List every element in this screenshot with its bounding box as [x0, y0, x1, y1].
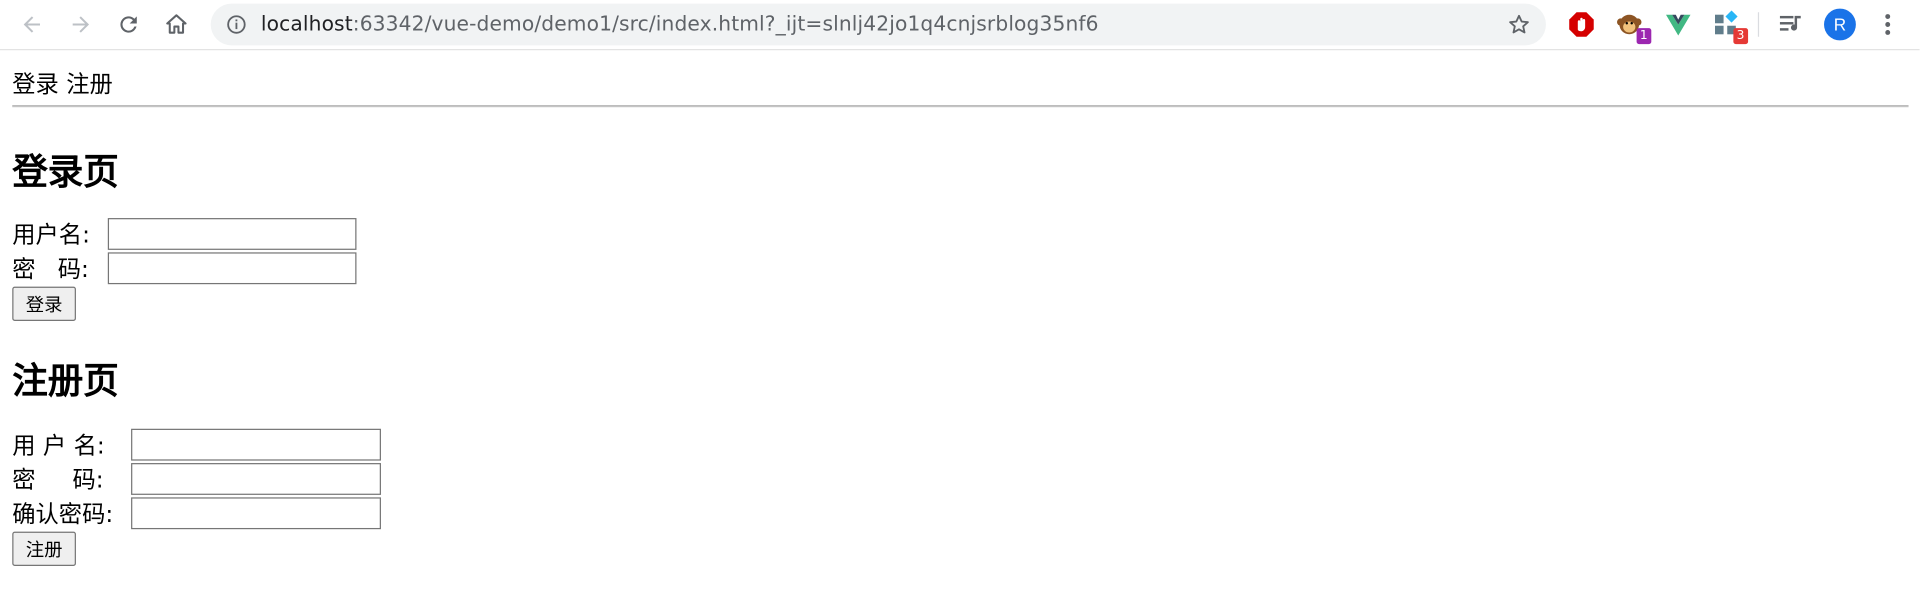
login-username-row: 用户名: [12, 217, 357, 250]
home-button[interactable] [162, 10, 191, 39]
address-bar[interactable]: localhost:63342/vue-demo/demo1/src/index… [210, 3, 1546, 46]
nav-link-login[interactable]: 登录 [12, 71, 59, 98]
register-page-title: 注册页 [12, 360, 119, 402]
login-button[interactable]: 登录 [12, 286, 76, 321]
reload-button[interactable] [114, 10, 143, 39]
register-password-input[interactable] [131, 462, 381, 495]
register-password-row: 密 码: [12, 462, 381, 495]
browser-menu-button[interactable] [1873, 10, 1902, 39]
media-playlist-icon[interactable] [1776, 10, 1805, 39]
register-confirm-label: 确认密码: [12, 501, 114, 528]
register-password-label: 密 码: [12, 466, 104, 494]
back-button[interactable] [17, 10, 46, 39]
login-password-label: 密 码: [12, 256, 89, 283]
register-confirm-input[interactable] [131, 496, 381, 529]
login-username-label: 用户名: [12, 221, 90, 249]
router-nav: 登录 注册 [12, 66, 113, 99]
register-confirm-row: 确认密码: [12, 496, 381, 529]
nav-link-register[interactable]: 注册 [66, 71, 113, 98]
register-username-row: 用 户 名: [12, 428, 381, 461]
forward-button[interactable] [66, 10, 95, 39]
arrow-right-icon [72, 16, 90, 33]
arrow-left-icon [23, 16, 41, 33]
info-icon[interactable] [225, 13, 247, 35]
register-button[interactable]: 注册 [12, 531, 76, 566]
extension-puzzle-icon[interactable]: 3 [1711, 10, 1749, 45]
home-icon [166, 14, 187, 34]
login-username-input[interactable] [107, 217, 357, 250]
register-username-label: 用 户 名: [12, 432, 105, 460]
profile-avatar[interactable]: R [1824, 8, 1856, 41]
adblock-extension-icon[interactable] [1567, 10, 1596, 39]
browser-toolbar: localhost:63342/vue-demo/demo1/src/index… [0, 0, 1920, 51]
url-text: localhost:63342/vue-demo/demo1/src/index… [261, 12, 1099, 35]
login-password-input[interactable] [107, 251, 357, 284]
url-host: localhost [260, 12, 353, 36]
login-page-title: 登录页 [12, 150, 119, 193]
divider [12, 105, 1909, 108]
reload-icon [120, 16, 137, 33]
vue-devtools-extension-icon[interactable] [1664, 10, 1693, 39]
register-username-input[interactable] [131, 428, 381, 460]
more-vert-icon [1885, 14, 1891, 35]
bookmark-star-icon[interactable] [1507, 12, 1532, 37]
url-path: :63342/vue-demo/demo1/src/index.html?_ij… [352, 12, 1099, 36]
extension-badge: 1 [1636, 28, 1652, 45]
toolbar-divider [1757, 12, 1760, 37]
login-password-row: 密 码: [12, 251, 357, 284]
extension-badge: 3 [1732, 28, 1749, 45]
tampermonkey-extension-icon[interactable]: 1 [1615, 10, 1652, 45]
